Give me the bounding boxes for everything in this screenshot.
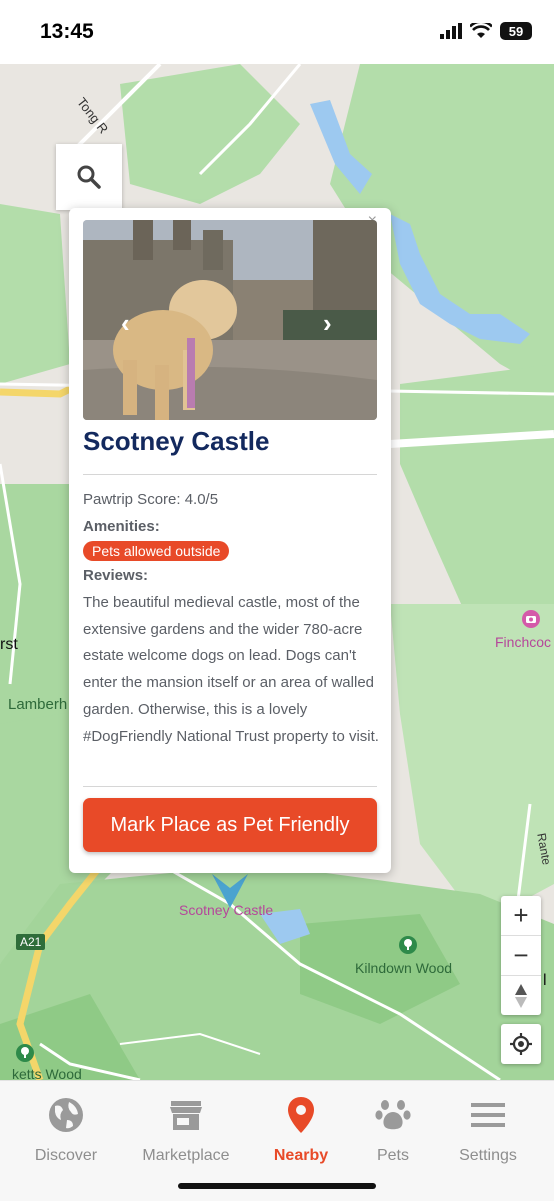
map-label-scotney-castle[interactable]: Scotney Castle bbox=[179, 902, 273, 918]
search-icon bbox=[77, 165, 101, 189]
map-pin-icon bbox=[288, 1097, 314, 1133]
review-divider bbox=[83, 786, 377, 787]
road-shield-a21: A21 bbox=[16, 934, 46, 950]
map-label-ketts-wood: ketts Wood bbox=[12, 1066, 82, 1080]
store-icon bbox=[170, 1101, 202, 1130]
battery-indicator: 59 bbox=[500, 22, 532, 40]
photo-prev-arrow[interactable]: ‹ bbox=[121, 308, 130, 339]
cellular-signal-icon bbox=[440, 23, 462, 39]
tree-icon bbox=[399, 936, 417, 954]
map-label-lamberhurst: Lamberh bbox=[8, 696, 68, 713]
tab-settings[interactable]: Settings bbox=[433, 1095, 543, 1165]
search-button[interactable] bbox=[56, 144, 122, 210]
pawtrip-score: Pawtrip Score: 4.0/5 bbox=[83, 491, 219, 508]
wifi-icon bbox=[470, 23, 492, 38]
amenities-heading: Amenities: bbox=[83, 518, 160, 535]
place-title: Scotney Castle bbox=[83, 426, 270, 456]
my-location-button[interactable] bbox=[501, 1024, 541, 1064]
status-time: 13:45 bbox=[40, 20, 94, 43]
map-label-finchcocks: Finchcoc bbox=[495, 634, 552, 650]
place-photo: ‹ › bbox=[83, 220, 377, 420]
photo-next-arrow[interactable]: › bbox=[323, 308, 332, 339]
tab-discover-label: Discover bbox=[34, 1147, 98, 1164]
camera-icon bbox=[522, 610, 540, 628]
tab-pets[interactable]: Pets bbox=[338, 1095, 448, 1165]
place-popup-card: × ‹ › Scotney Castle Pawtrip Score: 4.0/… bbox=[69, 208, 391, 873]
compass-icon bbox=[515, 983, 527, 1008]
locate-icon bbox=[510, 1033, 532, 1055]
paw-icon bbox=[375, 1100, 411, 1130]
menu-icon bbox=[471, 1103, 505, 1127]
mark-pet-friendly-button[interactable]: Mark Place as Pet Friendly bbox=[83, 798, 377, 852]
tab-marketplace[interactable]: Marketplace bbox=[131, 1095, 241, 1165]
tree-icon bbox=[16, 1044, 34, 1062]
amenity-badge: Pets allowed outside bbox=[83, 541, 230, 561]
map-zoom-control: + − bbox=[501, 896, 541, 1015]
home-indicator bbox=[178, 1183, 376, 1189]
tab-settings-label: Settings bbox=[459, 1147, 517, 1164]
bottom-tab-bar: Discover Marketplace Nearby Pets Setting… bbox=[0, 1080, 554, 1201]
zoom-out-button[interactable]: − bbox=[501, 936, 541, 976]
map-label-kilndown-wood: Kilndown Wood bbox=[355, 960, 453, 976]
map-label-rst: rst bbox=[0, 636, 18, 653]
compass-button[interactable] bbox=[501, 976, 541, 1015]
status-icons: 59 bbox=[440, 22, 532, 40]
review-text: The beautiful medieval castle, most of t… bbox=[83, 594, 379, 745]
reviews-heading: Reviews: bbox=[83, 567, 149, 584]
tab-discover[interactable]: Discover bbox=[11, 1095, 121, 1165]
tab-marketplace-label: Marketplace bbox=[142, 1147, 230, 1164]
zoom-in-button[interactable]: + bbox=[501, 896, 541, 936]
tab-pets-label: Pets bbox=[376, 1147, 409, 1164]
title-divider bbox=[83, 474, 377, 475]
map-label-bewl: l bbox=[543, 972, 547, 989]
globe-icon bbox=[49, 1098, 83, 1132]
status-bar: 13:45 59 bbox=[0, 0, 554, 64]
